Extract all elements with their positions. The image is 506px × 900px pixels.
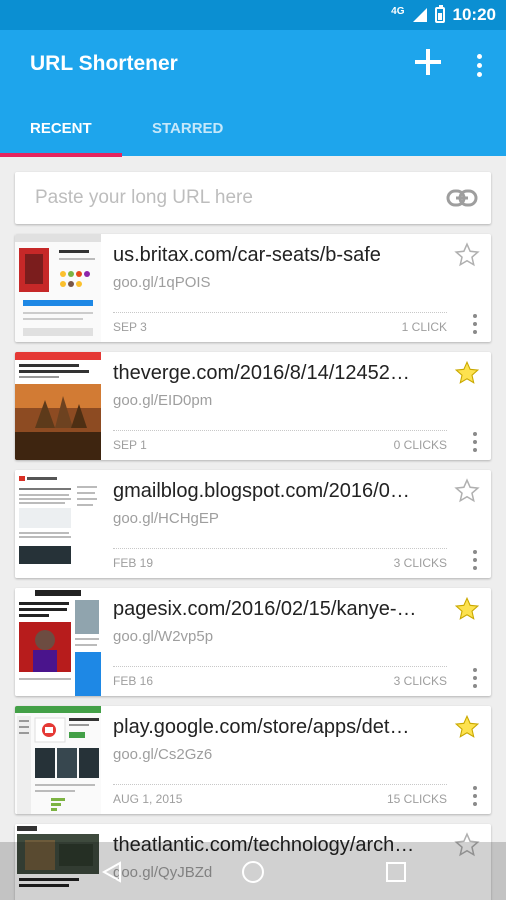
home-circle-icon[interactable] bbox=[241, 860, 265, 884]
click-count: 1 CLICK bbox=[401, 320, 447, 334]
divider bbox=[113, 666, 447, 667]
plus-icon bbox=[415, 49, 441, 75]
overflow-menu-button[interactable] bbox=[470, 50, 488, 80]
tab-starred[interactable]: STARRED bbox=[152, 120, 223, 137]
long-url: pagesix.com/2016/02/15/kanye-… bbox=[113, 598, 417, 620]
divider bbox=[113, 548, 447, 549]
recents-square-icon[interactable] bbox=[384, 860, 408, 884]
status-bar: 4G 10:20 bbox=[0, 0, 506, 30]
signal-icon bbox=[412, 8, 427, 22]
short-url: goo.gl/Cs2Gz6 bbox=[113, 746, 213, 763]
link-card[interactable]: gmailblog.blogspot.com/2016/0… goo.gl/HC… bbox=[15, 470, 491, 578]
link-card[interactable]: play.google.com/store/apps/det… goo.gl/C… bbox=[15, 706, 491, 814]
short-url: goo.gl/HCHgEP bbox=[113, 510, 219, 527]
page-thumbnail bbox=[15, 470, 101, 578]
app-title: URL Shortener bbox=[30, 52, 178, 75]
page-thumbnail bbox=[15, 588, 101, 696]
click-count: 3 CLICKS bbox=[393, 674, 447, 688]
short-url: goo.gl/W2vp5p bbox=[113, 628, 214, 645]
long-url: play.google.com/store/apps/det… bbox=[113, 716, 410, 738]
page-thumbnail bbox=[15, 234, 101, 342]
star-filled-icon[interactable] bbox=[454, 714, 480, 740]
divider bbox=[113, 430, 447, 431]
card-menu-button[interactable] bbox=[471, 314, 479, 334]
created-date: SEP 3 bbox=[113, 320, 147, 334]
tab-indicator bbox=[0, 153, 122, 157]
star-outline-icon[interactable] bbox=[454, 242, 480, 268]
card-menu-button[interactable] bbox=[471, 786, 479, 806]
long-url: theverge.com/2016/8/14/12452… bbox=[113, 362, 410, 384]
star-filled-icon[interactable] bbox=[454, 596, 480, 622]
navigation-bar bbox=[0, 842, 506, 900]
link-card[interactable]: theverge.com/2016/8/14/12452… goo.gl/EID… bbox=[15, 352, 491, 460]
tab-recent[interactable]: RECENT bbox=[30, 120, 92, 137]
created-date: SEP 1 bbox=[113, 438, 147, 452]
battery-icon bbox=[434, 5, 445, 23]
page-thumbnail bbox=[15, 352, 101, 460]
link-card[interactable]: pagesix.com/2016/02/15/kanye-… goo.gl/W2… bbox=[15, 588, 491, 696]
long-url: us.britax.com/car-seats/b-safe bbox=[113, 244, 381, 266]
star-outline-icon[interactable] bbox=[454, 478, 480, 504]
created-date: FEB 19 bbox=[113, 556, 154, 570]
card-menu-button[interactable] bbox=[471, 668, 479, 688]
card-menu-button[interactable] bbox=[471, 550, 479, 570]
link-card[interactable]: us.britax.com/car-seats/b-safe goo.gl/1q… bbox=[15, 234, 491, 342]
created-date: FEB 16 bbox=[113, 674, 154, 688]
link-icon[interactable] bbox=[446, 186, 478, 210]
network-type: 4G bbox=[391, 5, 405, 17]
created-date: AUG 1, 2015 bbox=[113, 792, 183, 806]
back-triangle-icon[interactable] bbox=[100, 860, 124, 884]
star-filled-icon[interactable] bbox=[454, 360, 480, 386]
add-button[interactable] bbox=[412, 46, 444, 78]
click-count: 0 CLICKS bbox=[393, 438, 447, 452]
short-url: goo.gl/1qPOIS bbox=[113, 274, 211, 291]
url-input-card bbox=[15, 172, 491, 224]
short-url: goo.gl/EID0pm bbox=[113, 392, 213, 409]
clock: 10:20 bbox=[452, 5, 496, 24]
card-menu-button[interactable] bbox=[471, 432, 479, 452]
click-count: 3 CLICKS bbox=[393, 556, 447, 570]
click-count: 15 CLICKS bbox=[386, 792, 447, 806]
divider bbox=[113, 784, 447, 785]
long-url-input[interactable] bbox=[35, 184, 435, 212]
divider bbox=[113, 312, 447, 313]
more-vert-icon bbox=[476, 53, 482, 59]
long-url: gmailblog.blogspot.com/2016/0… bbox=[113, 480, 410, 502]
page-thumbnail bbox=[15, 706, 101, 814]
app-bar: URL Shortener RECENT STARRED bbox=[0, 30, 506, 157]
